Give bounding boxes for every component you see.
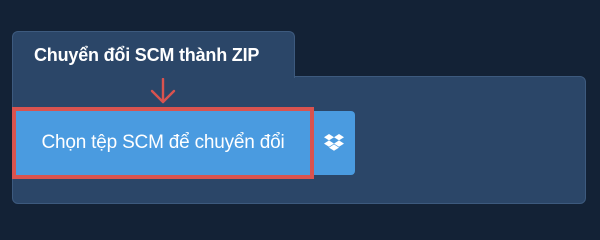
dropbox-button[interactable] xyxy=(312,111,355,175)
tab-title: Chuyển đổi SCM thành ZIP xyxy=(34,45,260,65)
arrow-down-icon xyxy=(150,78,176,104)
choose-file-button[interactable]: Chọn tệp SCM để chuyển đổi xyxy=(12,107,314,179)
dropbox-icon xyxy=(323,134,344,151)
tab-scm-to-zip[interactable]: Chuyển đổi SCM thành ZIP xyxy=(12,31,295,78)
